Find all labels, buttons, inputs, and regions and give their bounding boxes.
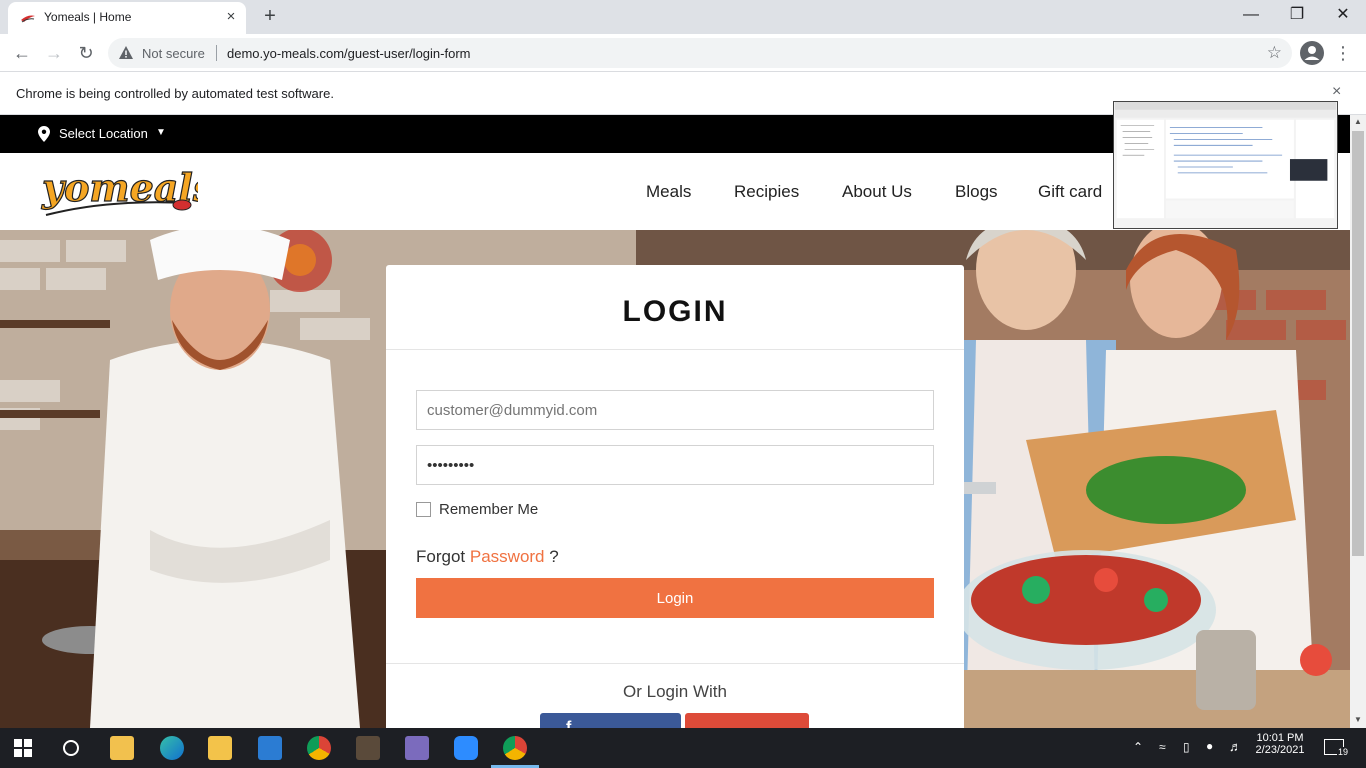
select-location-button[interactable]: Select Location — [59, 126, 148, 141]
reload-icon[interactable]: ↻ — [74, 41, 98, 65]
chrome-profile-icon[interactable] — [307, 736, 331, 760]
scrollbar-thumb[interactable] — [1352, 131, 1364, 556]
infobar-message: Chrome is being controlled by automated … — [16, 86, 334, 101]
ide-window-thumbnail[interactable] — [1113, 101, 1338, 229]
file-explorer-icon[interactable] — [208, 736, 232, 760]
profile-avatar-icon[interactable] — [1300, 41, 1324, 65]
warning-icon[interactable] — [118, 45, 134, 61]
remember-me-label[interactable]: Remember Me — [439, 501, 538, 518]
microphone-icon[interactable]: ● — [1206, 739, 1213, 753]
security-label[interactable]: Not secure — [142, 46, 205, 61]
or-login-with-label: Or Login With — [623, 682, 727, 701]
yomeals-logo[interactable]: yomeals — [38, 161, 198, 223]
volume-icon[interactable]: ♬ — [1229, 739, 1242, 754]
bookmark-star-icon[interactable]: ☆ — [1267, 43, 1282, 63]
game-app-icon[interactable] — [356, 736, 380, 760]
forgot-password-link[interactable]: Password — [470, 547, 545, 566]
tab-close-icon[interactable]: × — [222, 8, 240, 26]
card-divider-2 — [386, 663, 964, 664]
chrome-menu-icon[interactable]: ⋮ — [1334, 41, 1352, 65]
remember-me-checkbox[interactable] — [416, 502, 431, 517]
nav-gift-card[interactable]: Gift card — [1038, 182, 1102, 202]
battery-icon[interactable]: ▯ — [1183, 740, 1190, 754]
notification-center-icon[interactable]: 19 — [1324, 739, 1350, 757]
caret-down-icon[interactable]: ▼ — [156, 127, 166, 138]
login-button[interactable]: Login — [416, 578, 934, 618]
restore-icon[interactable]: ❐ — [1274, 0, 1320, 32]
forgot-suffix: ? — [549, 547, 559, 566]
network-icon[interactable]: ≈ — [1159, 740, 1166, 754]
forward-icon[interactable]: → — [42, 41, 66, 65]
system-clock[interactable]: 10:01 PM 2/23/2021 — [1252, 732, 1308, 756]
browser-tab[interactable]: Yomeals | Home × — [8, 2, 246, 34]
forgot-prefix: Forgot — [416, 547, 466, 566]
nav-blogs[interactable]: Blogs — [955, 182, 998, 202]
notification-count: 19 — [1337, 747, 1350, 757]
scroll-up-icon[interactable]: ▲ — [1354, 117, 1362, 126]
new-tab-icon[interactable]: + — [259, 6, 281, 28]
infobar-close-icon[interactable]: × — [1332, 83, 1341, 101]
nav-about-us[interactable]: About Us — [842, 182, 912, 202]
scroll-down-icon[interactable]: ▼ — [1354, 715, 1362, 724]
windows-taskbar: ⌃ ≈ ▯ ● ♬ 10:01 PM 2/23/2021 19 — [0, 728, 1366, 768]
facebook-icon: f — [566, 719, 572, 728]
clock-time: 10:01 PM — [1256, 732, 1304, 744]
nav-meals[interactable]: Meals — [646, 182, 691, 202]
card-divider — [386, 349, 964, 350]
windows-start-icon[interactable] — [14, 739, 32, 757]
window-close-icon[interactable]: ✕ — [1320, 0, 1366, 32]
email-input[interactable] — [416, 390, 934, 430]
store-icon[interactable] — [110, 736, 134, 760]
password-input[interactable] — [416, 445, 934, 485]
address-bar[interactable]: Not secure demo.yo-meals.com/guest-user/… — [108, 38, 1292, 68]
omnibox-separator — [216, 45, 217, 61]
viber-icon[interactable] — [405, 736, 429, 760]
facebook-login-button[interactable]: f — [540, 713, 681, 728]
edge-browser-icon[interactable] — [160, 736, 184, 760]
minimize-icon[interactable]: — — [1228, 0, 1274, 32]
location-pin-icon[interactable] — [38, 126, 50, 142]
yomeals-favicon-icon — [21, 15, 35, 23]
forgot-password-text: Forgot Password ? — [416, 547, 559, 567]
page-scrollbar[interactable]: ▲ ▼ — [1350, 115, 1366, 728]
clock-date: 2/23/2021 — [1255, 744, 1305, 756]
tray-chevron-up-icon[interactable]: ⌃ — [1133, 740, 1143, 754]
login-card: LOGIN Remember Me Forgot Password ? Logi… — [386, 265, 964, 728]
tab-title: Yomeals | Home — [44, 10, 132, 24]
browser-tab-strip: Yomeals | Home × + — ❐ ✕ — [0, 0, 1366, 34]
mail-icon[interactable] — [258, 736, 282, 760]
cortana-search-icon[interactable] — [62, 739, 80, 757]
google-login-button[interactable] — [685, 713, 809, 728]
back-icon[interactable]: ← — [10, 41, 34, 65]
browser-toolbar: ← → ↻ Not secure demo.yo-meals.com/guest… — [0, 34, 1366, 72]
login-title: LOGIN — [622, 295, 728, 328]
url-text[interactable]: demo.yo-meals.com/guest-user/login-form — [227, 46, 470, 61]
nav-recipies[interactable]: Recipies — [734, 182, 799, 202]
chrome-active-icon[interactable] — [503, 736, 527, 760]
zoom-icon[interactable] — [454, 736, 478, 760]
